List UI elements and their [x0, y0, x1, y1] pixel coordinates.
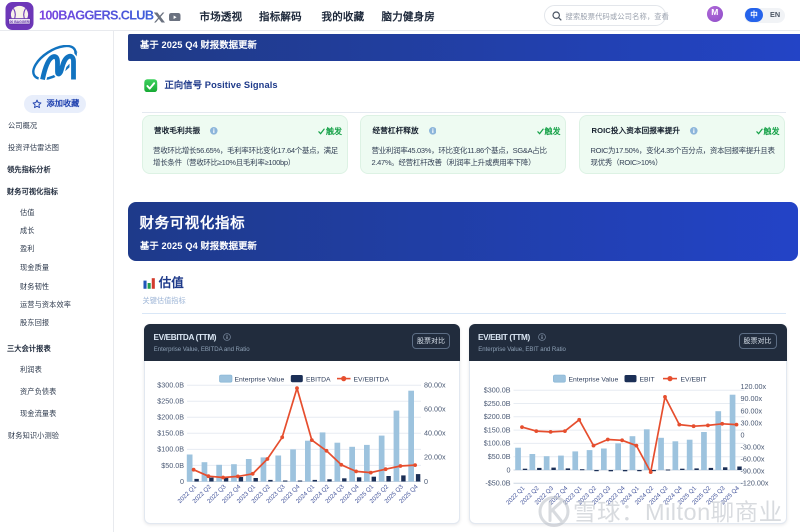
svg-text:-$50.0B: -$50.0B — [485, 479, 510, 488]
svg-text:$300.0B: $300.0B — [157, 381, 184, 390]
svg-text:0: 0 — [424, 477, 428, 486]
svg-text:90.00x: 90.00x — [740, 394, 762, 403]
svg-text:60.00x: 60.00x — [424, 405, 446, 414]
svg-text:-60.00x: -60.00x — [740, 455, 764, 464]
svg-text:Enterprise Value: Enterprise Value — [235, 377, 285, 384]
svg-text:-90.00x: -90.00x — [740, 467, 764, 476]
svg-text:$50.0B: $50.0B — [161, 461, 184, 470]
svg-text:$50.0B: $50.0B — [487, 452, 510, 461]
svg-text:$300.0B: $300.0B — [483, 386, 510, 395]
svg-text:$150.0B: $150.0B — [483, 425, 510, 434]
svg-text:120.00x: 120.00x — [740, 382, 766, 391]
svg-text:0: 0 — [740, 430, 744, 439]
svg-text:$200.0B: $200.0B — [157, 413, 184, 422]
svg-text:40.00x: 40.00x — [424, 429, 446, 438]
svg-text:$100.0B: $100.0B — [157, 445, 184, 454]
svg-text:EV/EBITDA: EV/EBITDA — [354, 377, 390, 384]
svg-text:EV/EBIT: EV/EBIT — [680, 377, 706, 384]
svg-text:-30.00x: -30.00x — [740, 443, 764, 452]
svg-text:20.00x: 20.00x — [424, 453, 446, 462]
svg-text:®: ® — [74, 49, 78, 55]
svg-text:EBITDA: EBITDA — [306, 377, 331, 384]
svg-text:Enterprise Value: Enterprise Value — [568, 377, 618, 384]
svg-text:$250.0B: $250.0B — [157, 397, 184, 406]
svg-text:$150.0B: $150.0B — [157, 429, 184, 438]
svg-text:80.00x: 80.00x — [424, 381, 446, 390]
svg-text:雪球：Milton聊商业: 雪球：Milton聊商业 — [573, 499, 783, 525]
svg-text:60.00x: 60.00x — [740, 406, 762, 415]
svg-text:EBIT: EBIT — [639, 377, 654, 384]
svg-text:0: 0 — [506, 465, 510, 474]
svg-text:$100.0B: $100.0B — [483, 439, 510, 448]
svg-text:$200.0B: $200.0B — [483, 412, 510, 421]
svg-text:100BAGGERS.CLUB: 100BAGGERS.CLUB — [39, 8, 154, 22]
svg-text:0: 0 — [180, 477, 184, 486]
svg-text:-120.00x: -120.00x — [740, 479, 768, 488]
svg-text:100 BAGGERS: 100 BAGGERS — [8, 20, 32, 24]
svg-text:$250.0B: $250.0B — [483, 399, 510, 408]
svg-text:30.00x: 30.00x — [740, 418, 762, 427]
